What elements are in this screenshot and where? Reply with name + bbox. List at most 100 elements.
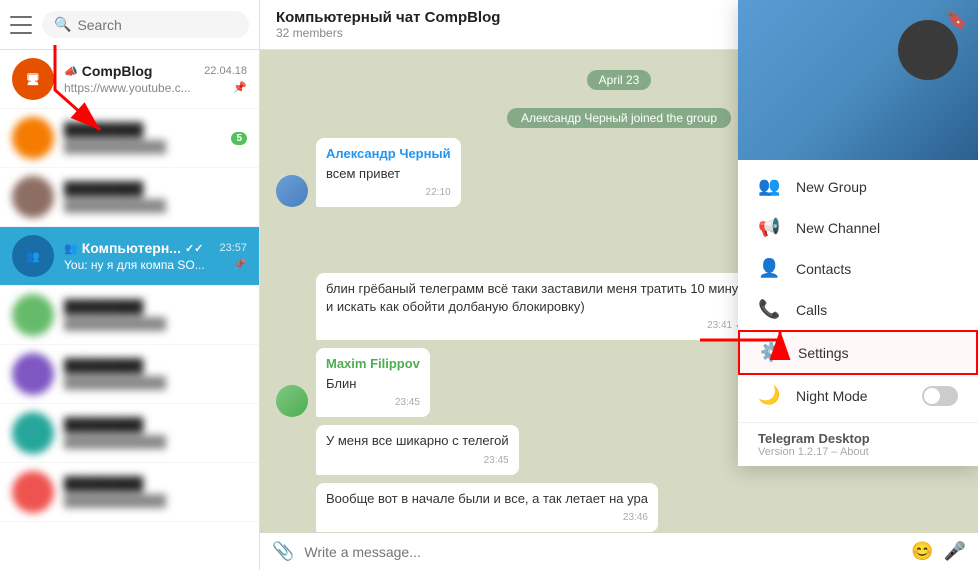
chat-preview: ████████████ xyxy=(64,494,247,508)
sidebar: 🔍 🖥 📣 CompBlog https://www.youtube.c... … xyxy=(0,0,260,570)
check-icon: ✓✓ xyxy=(185,242,203,255)
avatar xyxy=(12,294,54,336)
menu-label: Night Mode xyxy=(796,388,906,404)
message-time: 23:45 xyxy=(326,396,420,410)
chat-preview: https://www.youtube.c... xyxy=(64,81,204,95)
menu-item-calls[interactable]: 📞 Calls xyxy=(738,289,978,330)
chat-item-7[interactable]: ████████ ████████████ xyxy=(0,404,259,463)
bookmark-icon: 🔖 xyxy=(946,10,968,31)
pin-icon: 📌 xyxy=(233,258,247,271)
emoji-icon[interactable]: 😊 xyxy=(911,541,933,562)
chat-name: ████████ xyxy=(64,417,247,433)
night-mode-toggle[interactable] xyxy=(922,386,958,406)
chat-list: 🖥 📣 CompBlog https://www.youtube.c... 22… xyxy=(0,50,259,570)
chat-info: ████████ ████████████ xyxy=(64,122,231,154)
chat-item-6[interactable]: ████████ ████████████ xyxy=(0,345,259,404)
hamburger-menu-button[interactable] xyxy=(10,16,32,34)
chat-name: ████████ xyxy=(64,181,247,197)
message-text: всем привет xyxy=(326,165,451,183)
message-text: Блин xyxy=(326,375,420,393)
menu-label: Contacts xyxy=(796,261,958,277)
microphone-icon[interactable]: 🎤 xyxy=(944,541,966,562)
dropdown-menu: 🔖 👥 New Group 📢 New Channel 👤 Contacts 📞… xyxy=(738,0,978,466)
message-text: У меня все шикарно с телегой xyxy=(326,432,509,450)
chat-meta: 22.04.18 📌 xyxy=(204,65,247,94)
chat-item-kompyuter[interactable]: 👥 👥 Компьютерн... ✓✓ You: ну я для компа… xyxy=(0,227,259,286)
megaphone-icon: 📣 xyxy=(64,65,78,78)
avatar xyxy=(12,353,54,395)
avatar xyxy=(12,117,54,159)
date-badge: April 23 xyxy=(587,70,652,90)
avatar xyxy=(12,176,54,218)
chat-item-8[interactable]: ████████ ████████████ xyxy=(0,463,259,522)
message-text: блин грёбаный телеграмм всё таки застави… xyxy=(326,280,752,316)
app-version: Version 1.2.17 – About xyxy=(758,446,958,458)
group-icon: 👥 xyxy=(758,176,780,197)
unread-badge: 5 xyxy=(231,132,247,145)
message-time: 23:46 xyxy=(326,511,648,525)
message-input[interactable] xyxy=(304,544,901,560)
chat-item-5[interactable]: ████████ ████████████ xyxy=(0,286,259,345)
avatar xyxy=(12,471,54,513)
chat-info: ████████ ████████████ xyxy=(64,299,247,331)
message-bubble: У меня все шикарно с телегой 23:45 xyxy=(316,425,519,474)
message-bubble: Вообще вот в начале были и все, а так ле… xyxy=(316,483,658,532)
avatar: 👥 xyxy=(12,235,54,277)
pin-icon: 📌 xyxy=(233,81,247,94)
chat-preview: ████████████ xyxy=(64,140,231,154)
channel-icon: 📢 xyxy=(758,217,780,238)
chat-item-3[interactable]: ████████ ████████████ xyxy=(0,168,259,227)
group-icon: 👥 xyxy=(64,242,78,255)
sidebar-header: 🔍 xyxy=(0,0,259,50)
chat-info: ████████ ████████████ xyxy=(64,417,247,449)
attachment-icon[interactable]: 📎 xyxy=(272,541,294,562)
chat-preview: ████████████ xyxy=(64,317,247,331)
chat-name: ████████ xyxy=(64,299,247,315)
chat-item-2[interactable]: ████████ ████████████ 5 xyxy=(0,109,259,168)
message-bubble: Maxim Filippov Блин 23:45 xyxy=(316,348,430,417)
chat-preview: ████████████ xyxy=(64,199,247,213)
chat-name: ████████ xyxy=(64,122,231,138)
profile-section: 🔖 xyxy=(738,0,978,160)
avatar xyxy=(276,385,308,417)
chat-name: 📣 CompBlog xyxy=(64,63,204,79)
menu-label: Calls xyxy=(796,302,958,318)
menu-item-new-channel[interactable]: 📢 New Channel xyxy=(738,207,978,248)
sender-name: Maxim Filippov xyxy=(326,355,420,373)
menu-label: Settings xyxy=(798,345,956,361)
chat-meta: 23:57 📌 xyxy=(219,242,247,271)
search-icon: 🔍 xyxy=(54,16,71,33)
chat-time: 22.04.18 xyxy=(204,65,247,77)
menu-item-night-mode[interactable]: 🌙 Night Mode xyxy=(738,375,978,416)
chat-name: 👥 Компьютерн... ✓✓ xyxy=(64,240,219,256)
search-input[interactable] xyxy=(77,17,237,33)
menu-item-settings[interactable]: ⚙️ Settings xyxy=(738,330,978,375)
chat-info: 📣 CompBlog https://www.youtube.c... xyxy=(64,63,204,95)
settings-icon: ⚙️ xyxy=(760,342,782,363)
search-box[interactable]: 🔍 xyxy=(42,11,249,38)
chat-preview: ████████████ xyxy=(64,435,247,449)
sender-name: Александр Черный xyxy=(326,145,451,163)
menu-item-new-group[interactable]: 👥 New Group xyxy=(738,166,978,207)
menu-label: New Channel xyxy=(796,220,958,236)
chat-item-compblog[interactable]: 🖥 📣 CompBlog https://www.youtube.c... 22… xyxy=(0,50,259,109)
night-mode-icon: 🌙 xyxy=(758,385,780,406)
chat-name: ████████ xyxy=(64,358,247,374)
avatar xyxy=(276,175,308,207)
chat-meta: 5 xyxy=(231,132,247,145)
calls-icon: 📞 xyxy=(758,299,780,320)
contacts-icon: 👤 xyxy=(758,258,780,279)
system-badge: Александр Черный joined the group xyxy=(507,108,731,128)
avatar: 🖥 xyxy=(12,58,54,100)
app-name: Telegram Desktop xyxy=(758,431,958,446)
message-text: Вообще вот в начале были и все, а так ле… xyxy=(326,490,648,508)
menu-items: 👥 New Group 📢 New Channel 👤 Contacts 📞 C… xyxy=(738,160,978,422)
chat-info: ████████ ████████████ xyxy=(64,358,247,390)
menu-label: New Group xyxy=(796,179,958,195)
menu-item-contacts[interactable]: 👤 Contacts xyxy=(738,248,978,289)
chat-preview: You: ну я для компа SO... xyxy=(64,258,219,272)
message-time: 23:45 xyxy=(326,454,509,468)
message-time: 22:10 xyxy=(326,186,451,200)
message-bubble: блин грёбаный телеграмм всё таки застави… xyxy=(316,273,762,340)
chat-time: 23:57 xyxy=(219,242,247,254)
